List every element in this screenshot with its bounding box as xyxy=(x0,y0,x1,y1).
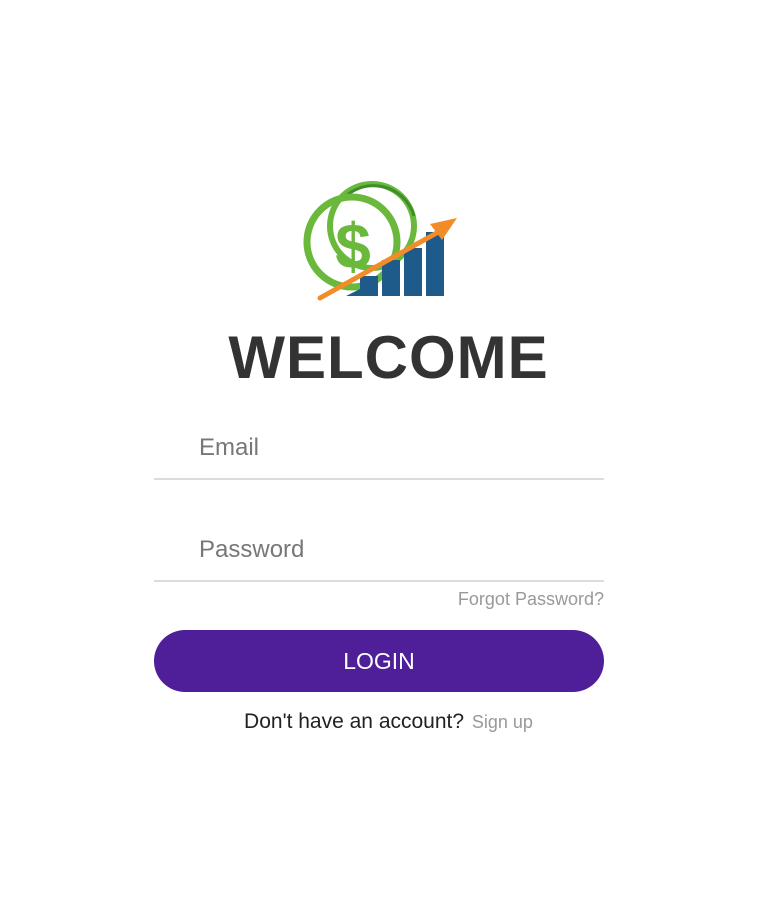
signup-prompt: Don't have an account? Sign up xyxy=(0,710,777,734)
signup-prompt-text: Don't have an account? xyxy=(244,710,465,733)
email-field-container xyxy=(154,420,604,480)
password-field-container xyxy=(154,522,604,582)
money-growth-logo-icon: $ xyxy=(302,180,460,302)
signup-link[interactable]: Sign up xyxy=(472,712,533,732)
email-field[interactable] xyxy=(199,420,599,476)
password-field[interactable] xyxy=(199,522,599,578)
login-button[interactable]: LOGIN xyxy=(154,630,604,692)
welcome-title: WELCOME xyxy=(228,324,549,391)
forgot-password-link[interactable]: Forgot Password? xyxy=(458,589,604,610)
